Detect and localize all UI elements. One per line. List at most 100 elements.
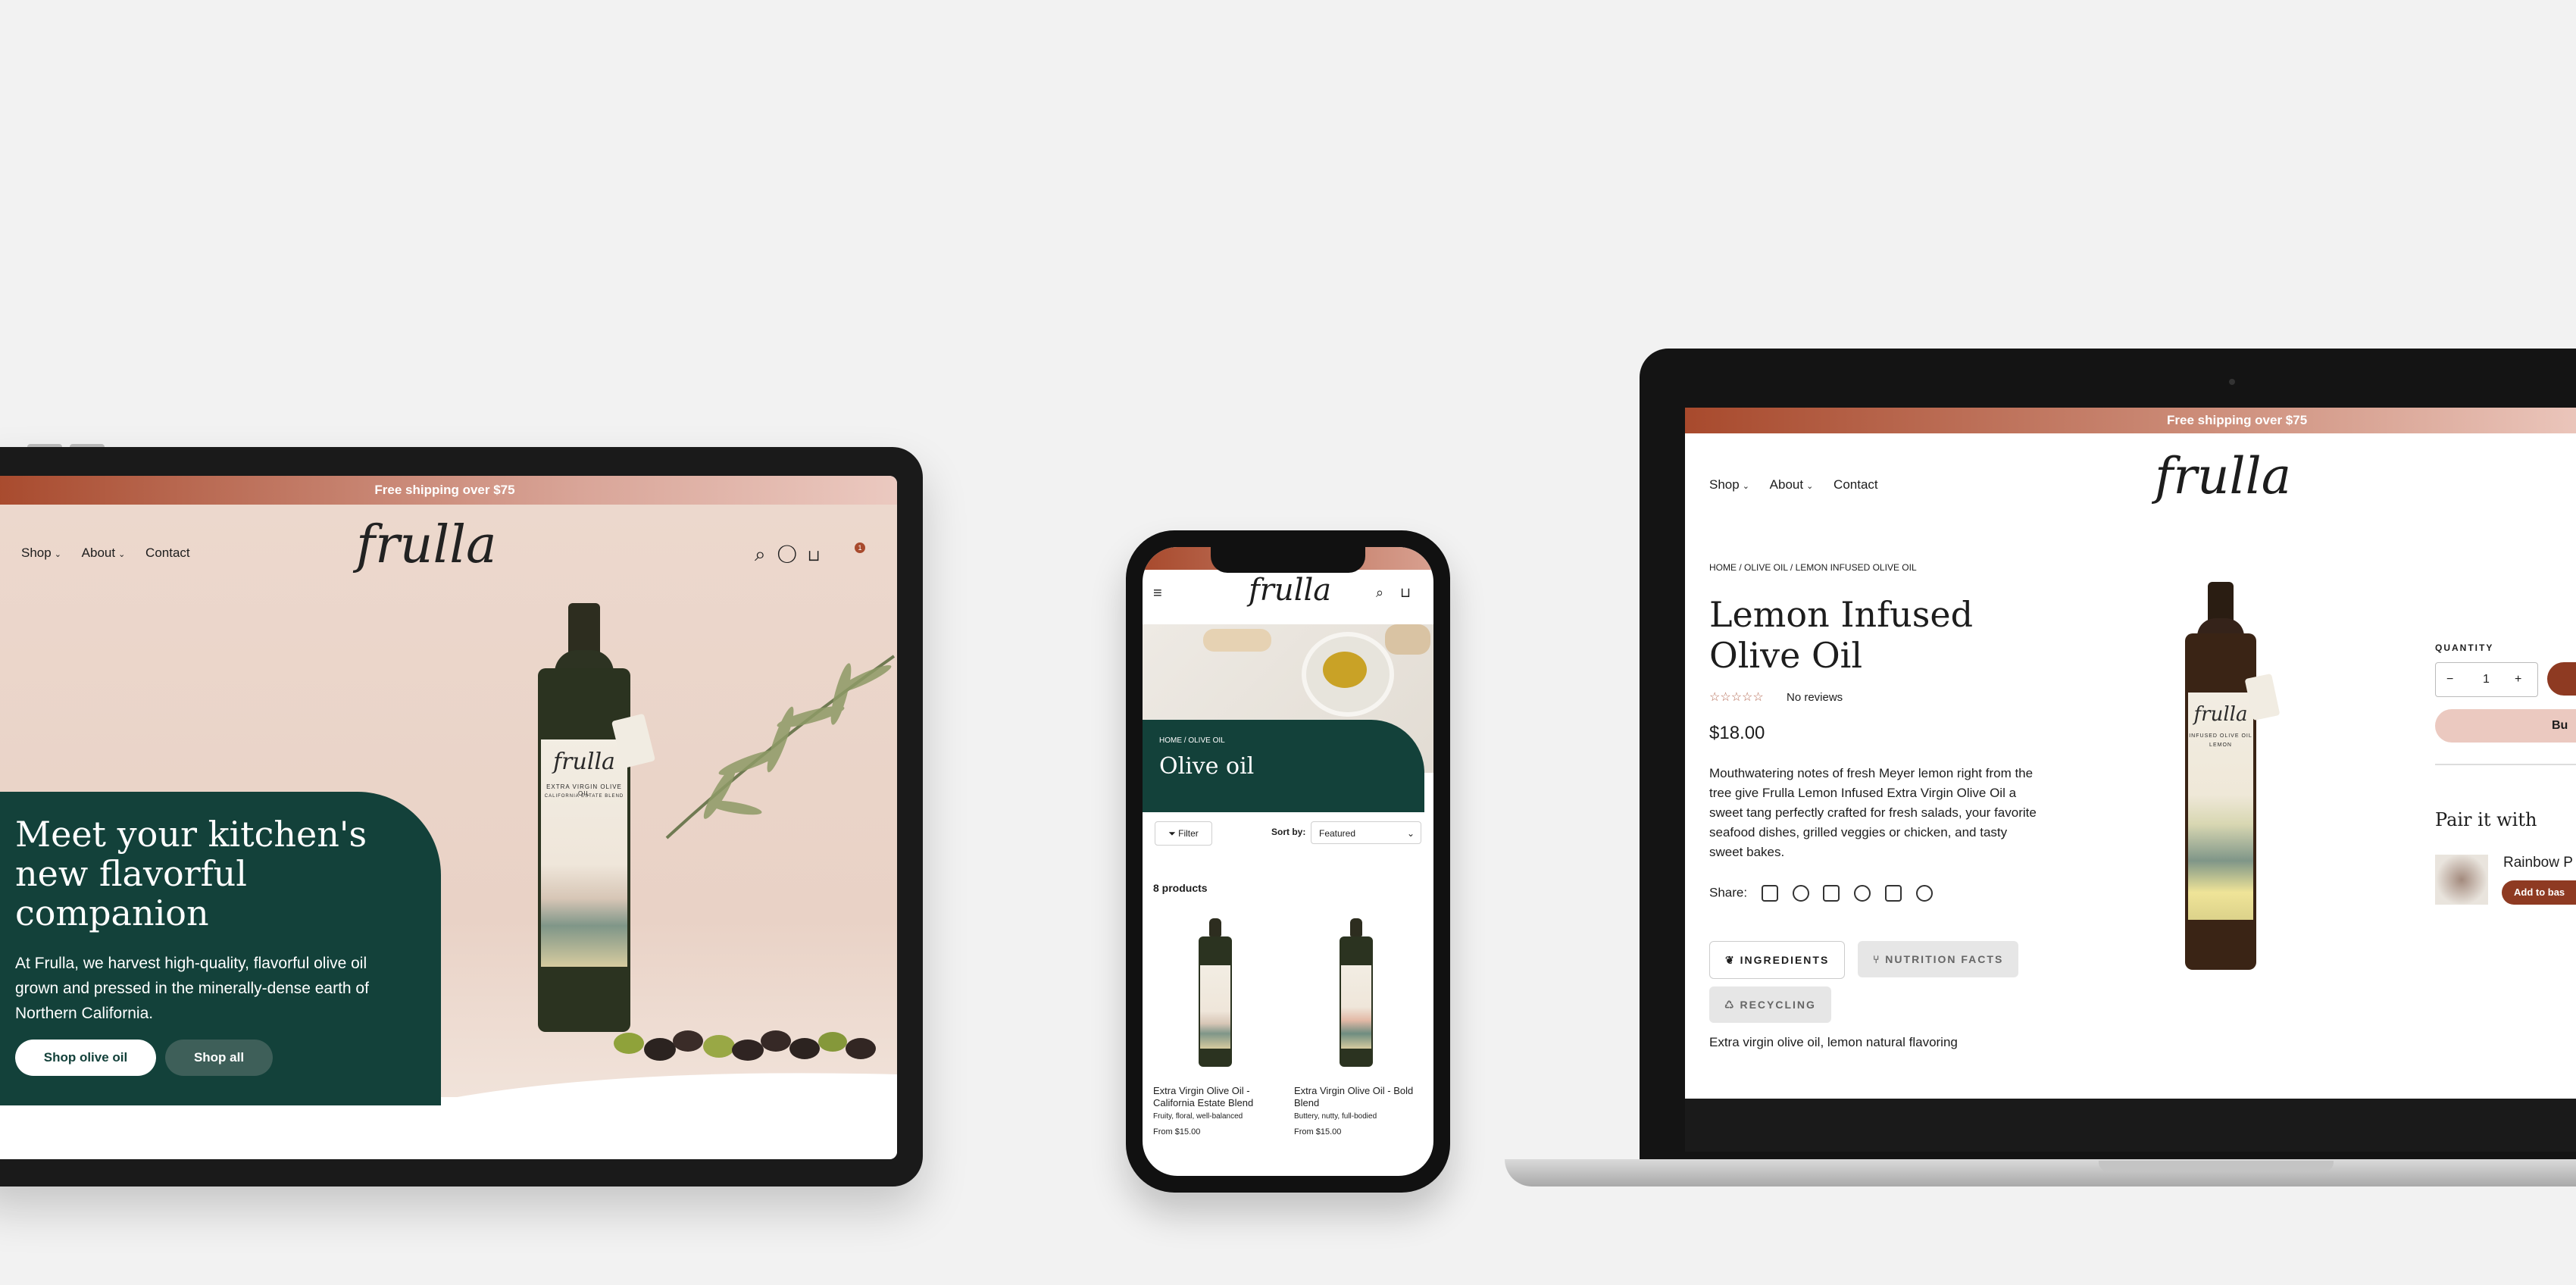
olive-image [761,1030,791,1052]
share-label: Share: [1709,885,1748,900]
twitter-icon[interactable] [1792,885,1809,902]
search-icon[interactable]: ⌕ [1376,585,1383,601]
email-icon[interactable] [1884,885,1902,902]
leaf-icon: ❦ [1725,954,1740,966]
bottle-sublabel-text: CALIFORNIA ESTATE BLEND [544,794,624,799]
bottle-sublabel-text: LEMON [2209,743,2232,748]
laptop-chin [1685,1099,2576,1152]
product-description: Mouthwatering notes of fresh Meyer lemon… [1709,766,2037,859]
olive-image [789,1038,820,1059]
facebook-icon[interactable] [1761,885,1778,902]
tablet-nav: Shop ⌄ About ⌄ Contact [21,546,210,561]
sort-select[interactable]: Featured ⌄ [1311,821,1421,844]
pair-it-with-title: Pair it with [2435,809,2537,830]
bottle-logo: frulla [553,749,615,775]
nav-contact[interactable]: Contact [145,546,190,561]
share-row: Share: [1709,885,1933,902]
phone-screen: ≡ frulla ⌕ ⊔ HOME / OLIVE OIL Olive oil … [1143,547,1433,1176]
hero-text: At Frulla, we harvest high-quality, flav… [15,955,369,1022]
pinterest-icon[interactable] [1854,885,1871,902]
shipping-banner: Free shipping over $75 [1685,408,2576,433]
brand-logo[interactable]: frulla [356,515,497,575]
chevron-down-icon: ⌄ [1806,482,1814,491]
tab-recycling[interactable]: ♺ RECYCLING [1709,986,1831,1023]
review-count[interactable]: No reviews [1787,691,1843,704]
product-desc: Fruity, floral, well-balanced [1153,1112,1243,1121]
filter-icon: ⏷ [1168,828,1179,839]
utensils-icon: ⑂ [1873,953,1886,965]
shop-olive-oil-button[interactable]: Shop olive oil [15,1040,156,1076]
product-card[interactable]: Extra Virgin Olive Oil - California Esta… [1153,918,1282,1168]
link-icon[interactable] [1915,885,1933,902]
webcam-icon [2229,379,2235,385]
product-card[interactable]: Extra Virgin Olive Oil - Bold Blend Butt… [1294,918,1423,1168]
cart-icon[interactable]: ⊔ [808,542,832,565]
olive-image [703,1035,735,1058]
hero-title: Meet your kitchen's new flavorful compan… [15,814,367,933]
product-price: From $15.00 [1153,1127,1201,1136]
nav-about[interactable]: About [1770,477,1803,492]
tab-nutrition[interactable]: ⑂ NUTRITION FACTS [1858,941,2019,977]
linkedin-icon[interactable] [1823,885,1840,902]
tab-label: INGREDIENTS [1740,954,1830,966]
rating-stars-icon[interactable]: ☆☆☆☆☆ [1709,689,1764,705]
olive-image [732,1040,764,1061]
account-icon[interactable]: ◯ [778,542,808,565]
nav-about[interactable]: About [82,546,115,561]
breadcrumb[interactable]: HOME / OLIVE OIL [1159,736,1225,745]
search-icon[interactable]: ⌕ [755,542,778,565]
brand-logo[interactable]: frulla [2155,447,2291,505]
shipping-banner-text: Free shipping over $75 [2167,413,2308,427]
pair-product-name[interactable]: Rainbow P [2503,855,2573,871]
quantity-stepper[interactable]: − 1 + [2435,662,2538,697]
olive-oil-pool-image [1323,652,1367,688]
product-name[interactable]: Extra Virgin Olive Oil - California Esta… [1153,1085,1280,1109]
tab-label: RECYCLING [1740,999,1816,1011]
filter-button[interactable]: ⏷ Filter [1155,821,1212,846]
breadcrumb[interactable]: HOME / OLIVE OIL / LEMON INFUSED OLIVE O… [1709,562,1917,573]
cart-count-badge: 1 [855,542,865,553]
ingredients-text: Extra virgin olive oil, lemon natural fl… [1709,1035,1958,1049]
nav-shop[interactable]: Shop [21,546,52,561]
add-to-cart-button[interactable] [2547,662,2576,696]
header-icons: ⌕◯⊔ [755,542,832,567]
product-name[interactable]: Extra Virgin Olive Oil - Bold Blend [1294,1085,1421,1109]
minus-icon[interactable]: − [2446,663,2453,696]
buy-now-button[interactable]: Bu [2435,709,2576,743]
product-price: $18.00 [1709,723,1765,743]
shop-all-button[interactable]: Shop all [165,1040,273,1076]
cart-icon[interactable]: ⊔ [1400,585,1411,601]
phone-notch [1211,547,1365,573]
olive-branch-image [665,655,896,839]
category-header: HOME / OLIVE OIL Olive oil [1143,720,1424,812]
quantity-value[interactable]: 1 [2483,663,2490,696]
chevron-down-icon: ⌄ [1742,482,1749,491]
quantity-label: QUANTITY [2435,642,2494,653]
page-title: Olive oil [1159,753,1255,780]
product-count: 8 products [1153,882,1208,894]
nav-contact[interactable]: Contact [1834,477,1878,492]
recycle-icon: ♺ [1724,999,1740,1011]
hero-card: Meet your kitchen's new flavorful compan… [0,792,441,1105]
filter-label: Filter [1178,828,1199,839]
menu-icon[interactable]: ≡ [1153,585,1162,602]
laptop-nav: Shop ⌄ About ⌄ Contact [1709,477,1898,492]
tab-label: NUTRITION FACTS [1885,953,2004,965]
plus-icon[interactable]: + [2515,663,2521,696]
product-title: Lemon Infused Olive Oil [1709,594,1974,676]
product-price: From $15.00 [1294,1127,1342,1136]
add-to-basket-button[interactable]: Add to bas [2502,880,2576,905]
shipping-banner: Free shipping over $75 [0,476,897,505]
product-desc: Buttery, nutty, full-bodied [1294,1112,1377,1121]
olive-image [644,1038,676,1061]
sort-label: Sort by: [1271,827,1306,837]
chevron-down-icon: ⌄ [54,550,61,559]
nav-shop[interactable]: Shop [1709,477,1740,492]
pair-product-image[interactable] [2435,855,2488,905]
laptop-base [1505,1159,2576,1187]
divider [2435,764,2576,765]
brand-logo[interactable]: frulla [1249,573,1331,608]
tab-ingredients[interactable]: ❦ INGREDIENTS [1709,941,1846,979]
laptop-screen: Free shipping over $75 Shop ⌄ About ⌄ Cont… [1685,408,2576,1099]
olive-image [673,1030,703,1052]
